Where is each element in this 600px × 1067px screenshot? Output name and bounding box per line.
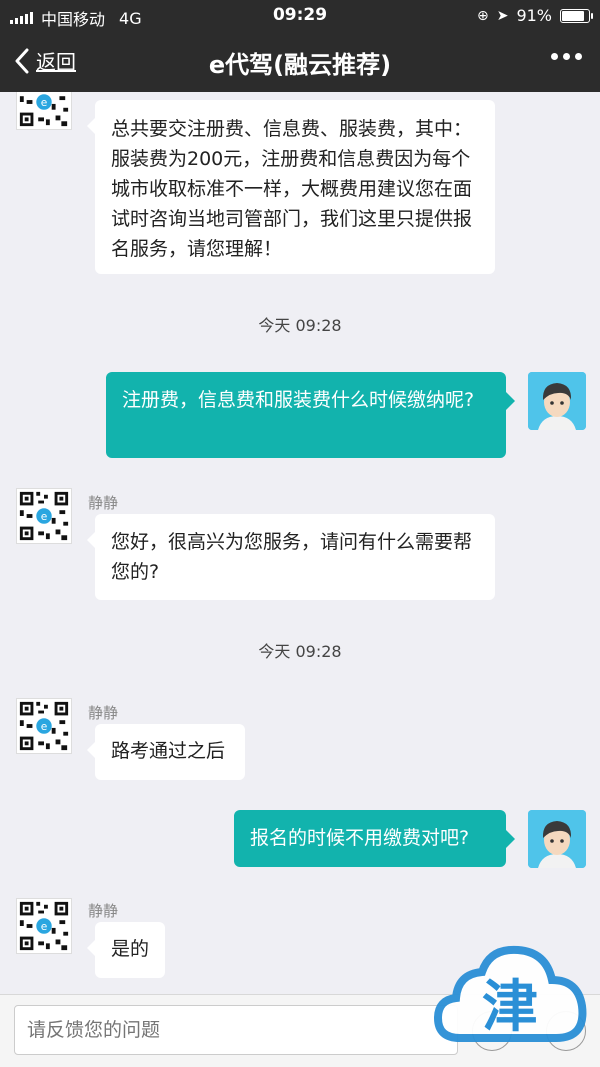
- sender-name: 静静: [88, 902, 119, 920]
- agent-avatar[interactable]: [16, 92, 72, 130]
- sender-name: 静静: [88, 704, 119, 722]
- battery-percent: 91%: [516, 6, 552, 25]
- qr-code-icon: [17, 489, 71, 543]
- message-bubble-incoming[interactable]: 您好，很高兴为您服务，请问有什么需要帮您的?: [87, 514, 495, 600]
- message-bubble-outgoing[interactable]: 注册费，信息费和服装费什么时候缴纳呢?: [106, 372, 515, 458]
- nav-bar: 返回 e代驾(融云推荐): [0, 30, 600, 92]
- qr-code-icon: [17, 92, 71, 129]
- timestamp: 今天 09:28: [258, 642, 342, 661]
- chevron-left-icon: [15, 48, 29, 73]
- location-icon: ➤: [496, 7, 509, 24]
- battery-icon: [560, 8, 593, 23]
- user-avatar-icon: [528, 810, 586, 868]
- qr-code-icon: [17, 699, 71, 753]
- watermark-text: 津: [482, 975, 538, 1040]
- back-label: 返回: [36, 50, 76, 74]
- more-button[interactable]: [551, 53, 582, 60]
- chat-area[interactable]: 总共要交注册费、信息费、服装费，其中：服装费为200元，注册费和信息费因为每个城…: [0, 92, 600, 994]
- more-icon: [551, 53, 558, 60]
- orientation-lock-icon: ⊕: [476, 7, 489, 24]
- sender-name: 静静: [88, 494, 119, 512]
- back-button[interactable]: 返回: [14, 46, 76, 75]
- watermark-logo: 津: [433, 945, 587, 1042]
- timestamp: 今天 09:28: [258, 316, 342, 335]
- feedback-input[interactable]: [14, 1005, 458, 1055]
- message-bubble-outgoing[interactable]: 报名的时候不用缴费对吧?: [234, 810, 515, 867]
- user-avatar[interactable]: [528, 810, 586, 868]
- user-avatar-icon: [528, 372, 586, 430]
- agent-avatar[interactable]: [16, 488, 72, 544]
- agent-avatar[interactable]: [16, 898, 72, 954]
- qr-code-icon: [17, 899, 71, 953]
- status-bar: 中国移动 4G 09:29 ⊕ ➤ 91%: [0, 0, 600, 30]
- page-title: e代驾(融云推荐): [208, 51, 392, 79]
- agent-avatar[interactable]: [16, 698, 72, 754]
- message-bubble-incoming[interactable]: 总共要交注册费、信息费、服装费，其中：服装费为200元，注册费和信息费因为每个城…: [87, 100, 495, 274]
- user-avatar[interactable]: [528, 372, 586, 430]
- message-bubble-incoming[interactable]: 路考通过之后: [87, 724, 245, 780]
- message-bubble-incoming[interactable]: 是的: [87, 922, 165, 978]
